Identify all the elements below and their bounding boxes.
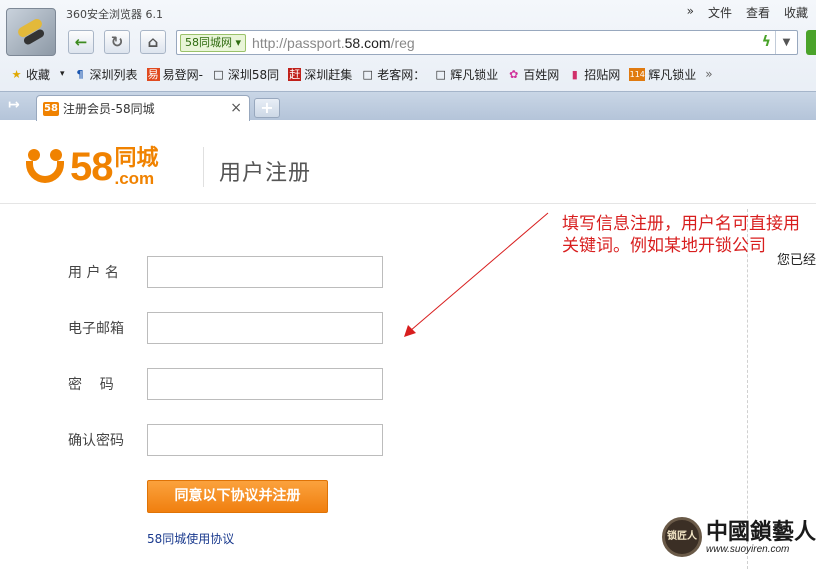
menu-favorites[interactable]: 收藏 xyxy=(784,4,808,21)
site-icon: ¶ xyxy=(76,67,84,81)
flower-icon: ✿ xyxy=(509,67,519,81)
chevron-down-icon[interactable]: ▼ xyxy=(775,31,797,54)
address-bar[interactable]: 58同城网 ▾ http://passport.58.com/reg ϟ ▼ xyxy=(176,30,798,55)
watermark-badge: 锁匠人 xyxy=(662,517,702,557)
header-separator xyxy=(0,203,816,204)
home-button[interactable]: ⌂ xyxy=(140,30,166,54)
bookmark-item[interactable]: ¶ 深圳列表 xyxy=(74,66,138,83)
column-divider xyxy=(747,209,748,569)
bookmark-item[interactable]: □ 辉凡锁业 xyxy=(434,66,499,83)
page-title: 用户注册 xyxy=(219,161,312,186)
page-icon: □ xyxy=(213,67,224,81)
tab-bar: ↦ 58 注册会员-58同城 × + xyxy=(0,91,816,121)
password-row: 密 码 xyxy=(68,368,383,400)
new-tab-button[interactable]: + xyxy=(254,98,280,118)
menu-file[interactable]: 文件 xyxy=(708,4,732,21)
tab-favicon: 58 xyxy=(43,101,59,116)
site-logo[interactable]: 58 同城 .com xyxy=(22,145,159,187)
right-panel-text: 您已经 xyxy=(777,253,816,268)
refresh-icon: ↻ xyxy=(110,33,124,51)
browser-chrome: 360安全浏览器 6.1 » 文件 查看 收藏 ← ↻ ⌂ 58同城网 ▾ ht… xyxy=(0,0,816,121)
browser-menu: » 文件 查看 收藏 xyxy=(687,4,808,21)
site-icon: 114 xyxy=(629,67,646,81)
header-divider xyxy=(203,147,204,187)
sidebar-toggle-icon[interactable]: ↦ xyxy=(8,97,28,115)
star-icon: ★ xyxy=(11,67,22,81)
bookmark-item[interactable]: □ 老客网： xyxy=(361,66,426,83)
email-row: 电子邮箱 xyxy=(68,312,383,344)
logo-cn: 同城 xyxy=(114,146,159,171)
logo-com: .com xyxy=(114,169,155,188)
password-label: 密 码 xyxy=(68,377,114,393)
confirm-password-row: 确认密码 xyxy=(68,424,383,456)
extension-button[interactable] xyxy=(806,30,816,55)
bookmarks-more-icon[interactable]: » xyxy=(705,67,712,81)
password-input[interactable] xyxy=(147,368,383,400)
bookmark-item[interactable]: ★ 收藏 ▾ xyxy=(10,66,65,83)
address-url[interactable]: http://passport.58.com/reg xyxy=(252,35,415,51)
site-tag[interactable]: 58同城网 ▾ xyxy=(180,33,247,52)
bookmark-item[interactable]: ▮ 招贴网 xyxy=(568,66,621,83)
confirm-password-label: 确认密码 xyxy=(68,433,124,449)
logo-number: 58 xyxy=(70,145,113,189)
menu-more-icon[interactable]: » xyxy=(687,4,694,21)
watermark-title: 中國鎖藝人 xyxy=(706,518,816,545)
watermark-url: www.suoyiren.com xyxy=(706,543,790,555)
refresh-button[interactable]: ↻ xyxy=(104,30,130,54)
bookmark-item[interactable]: 赶深圳赶集 xyxy=(288,66,352,83)
bookmark-item[interactable]: 易易登网- xyxy=(146,66,203,83)
email-input[interactable] xyxy=(147,312,383,344)
home-icon: ⌂ xyxy=(147,33,159,51)
username-label: 用 户 名 xyxy=(68,265,119,281)
arrow-left-icon: ← xyxy=(74,33,88,51)
bookmark-item[interactable]: ✿ 百姓网 xyxy=(507,66,559,83)
register-button[interactable]: 同意以下协议并注册 xyxy=(147,480,328,513)
tab-label: 注册会员-58同城 xyxy=(63,102,155,116)
bookmarks-bar: ★ 收藏 ▾ ¶ 深圳列表 易易登网- □ 深圳58同 赶深圳赶集 □ 老客网： □ 辉凡锁… xyxy=(0,63,816,85)
watermark: 锁匠人 中國鎖藝人 www.suoyiren.com xyxy=(662,517,816,557)
browser-logo-icon[interactable] xyxy=(6,8,56,56)
site-icon: ▮ xyxy=(571,67,578,81)
close-icon[interactable]: × xyxy=(230,100,242,116)
username-row: 用 户 名 xyxy=(68,256,383,288)
site-icon: 易 xyxy=(146,67,160,81)
page-icon: □ xyxy=(435,67,446,81)
bookmark-item[interactable]: □ 深圳58同 xyxy=(212,66,279,83)
annotation-text: 填写信息注册，用户名可直接用关键词。例如某地开锁公司 xyxy=(562,214,800,256)
menu-view[interactable]: 查看 xyxy=(746,4,770,21)
terms-link[interactable]: 58同城使用协议 xyxy=(147,530,234,547)
email-label: 电子邮箱 xyxy=(68,321,124,337)
smiley-logo-icon xyxy=(22,145,70,187)
back-button[interactable]: ← xyxy=(68,30,94,54)
page-content: 58 同城 .com 用户注册 用 户 名 电子邮箱 密 码 确认密码 同意以下… xyxy=(0,121,816,569)
bookmark-item[interactable]: 114 辉凡锁业 xyxy=(629,66,696,83)
annotation-arrow-icon xyxy=(404,212,549,337)
site-icon: 赶 xyxy=(288,67,302,81)
confirm-password-input[interactable] xyxy=(147,424,383,456)
lightning-icon[interactable]: ϟ xyxy=(762,34,771,50)
tab-register[interactable]: 58 注册会员-58同城 × xyxy=(36,95,250,121)
username-input[interactable] xyxy=(147,256,383,288)
browser-title: 360安全浏览器 6.1 xyxy=(66,8,163,21)
page-icon: □ xyxy=(362,67,373,81)
